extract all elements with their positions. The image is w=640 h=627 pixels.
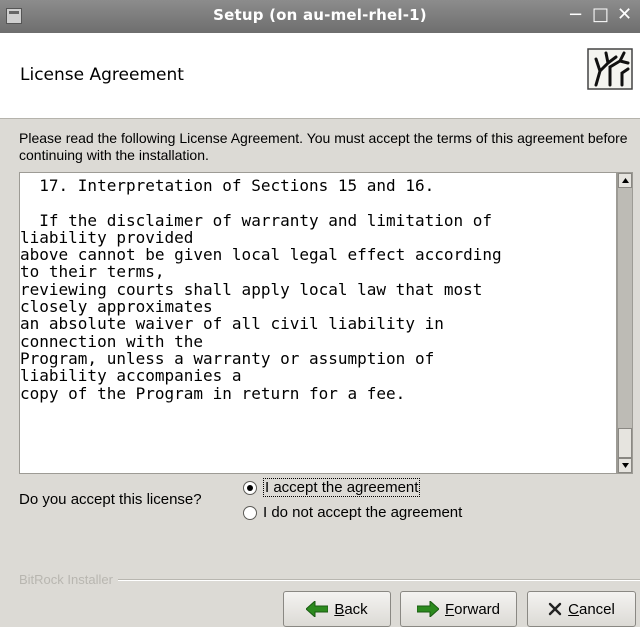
decline-radio[interactable] bbox=[243, 505, 257, 520]
decline-label[interactable]: I do not accept the agreement bbox=[263, 504, 462, 521]
page-header: License Agreement bbox=[0, 33, 640, 119]
cancel-mnemonic: C bbox=[568, 600, 579, 618]
minimize-icon[interactable]: − bbox=[568, 4, 583, 25]
cancel-x-icon bbox=[548, 602, 562, 616]
page-title: License Agreement bbox=[20, 65, 184, 85]
forward-mnemonic: F bbox=[444, 600, 455, 618]
scroll-down-button[interactable] bbox=[618, 458, 632, 473]
back-label: ack bbox=[344, 600, 368, 618]
scroll-up-button[interactable] bbox=[618, 173, 632, 188]
license-text: 17. Interpretation of Sections 15 and 16… bbox=[20, 176, 502, 403]
accept-question: Do you accept this license? bbox=[19, 491, 202, 508]
instructions-text: Please read the following License Agreem… bbox=[19, 130, 628, 163]
maximize-icon[interactable]: □ bbox=[592, 4, 609, 25]
arrow-right-icon bbox=[416, 601, 439, 617]
installer-label: BitRock Installer bbox=[19, 572, 113, 587]
scrollbar-thumb[interactable] bbox=[618, 428, 632, 458]
license-text-area[interactable]: 17. Interpretation of Sections 15 and 16… bbox=[19, 172, 617, 474]
decline-radio-option[interactable]: I do not accept the agreement bbox=[243, 504, 462, 521]
cancel-button[interactable]: Cancel bbox=[527, 591, 636, 627]
accept-radio[interactable] bbox=[243, 480, 257, 495]
footer-divider bbox=[118, 579, 640, 581]
tree-logo-icon bbox=[587, 48, 633, 90]
license-scrollbar[interactable] bbox=[617, 172, 633, 474]
accept-label[interactable]: I accept the agreement bbox=[263, 478, 421, 497]
forward-label: orward bbox=[454, 600, 501, 618]
setup-window: Setup (on au-mel-rhel-1) − □ ✕ License A… bbox=[0, 0, 640, 627]
title-bar[interactable]: Setup (on au-mel-rhel-1) − □ ✕ bbox=[0, 0, 640, 33]
forward-button[interactable]: Forward bbox=[400, 591, 517, 627]
cancel-label: ancel bbox=[578, 600, 615, 618]
close-icon[interactable]: ✕ bbox=[617, 4, 632, 25]
accept-radio-option[interactable]: I accept the agreement bbox=[243, 478, 421, 497]
arrow-down-icon bbox=[622, 463, 629, 468]
arrow-up-icon bbox=[622, 178, 629, 183]
window-title: Setup (on au-mel-rhel-1) bbox=[213, 6, 427, 24]
back-mnemonic: B bbox=[334, 600, 345, 618]
arrow-left-icon bbox=[306, 601, 329, 617]
back-button[interactable]: Back bbox=[283, 591, 391, 627]
